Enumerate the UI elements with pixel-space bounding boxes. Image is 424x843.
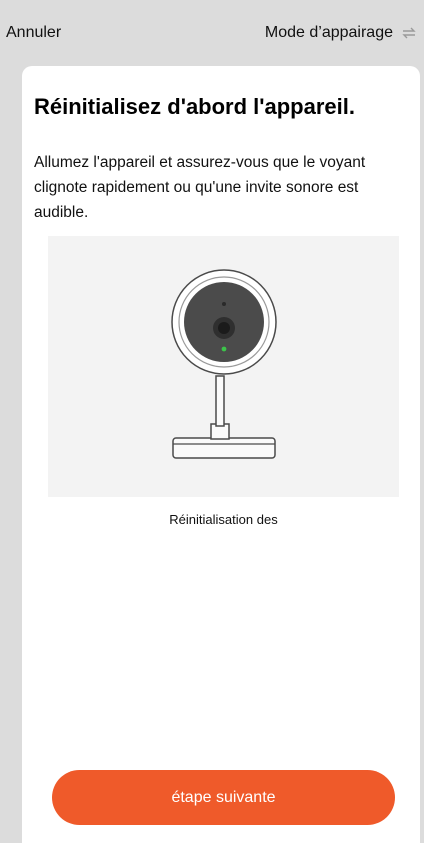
camera-illustration — [48, 236, 399, 497]
camera-image — [171, 269, 277, 459]
cancel-button[interactable]: Annuler — [6, 24, 61, 42]
illustration-caption: Réinitialisation des — [169, 512, 278, 527]
next-step-button[interactable]: étape suivante — [52, 770, 395, 825]
pairing-mode-label: Mode d’appairage — [264, 24, 393, 41]
top-bar: Annuler Mode d’appairage — [0, 0, 424, 66]
status-led-icon — [221, 346, 227, 352]
instructions-text: Allumez l'appareil et assurez-vous que l… — [34, 154, 366, 221]
swap-arrows-icon — [402, 27, 416, 39]
pairing-mode-button[interactable]: Mode d’appairage — [265, 24, 416, 42]
page-title: Réinitialisez d'abord l'appareil. — [34, 94, 355, 119]
